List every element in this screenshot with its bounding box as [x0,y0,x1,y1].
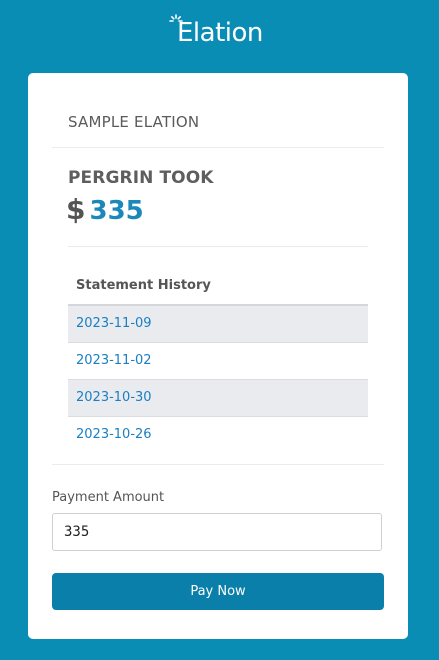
divider [68,246,368,247]
logo-text: Elation [177,18,263,48]
payment-amount-label: Payment Amount [52,490,165,505]
statement-row-link[interactable]: 2023-10-30 [68,380,368,417]
statement-history-header: Statement History [68,268,368,306]
balance-amount: $ 335 [66,193,144,226]
statement-row-link[interactable]: 2023-10-26 [68,417,368,453]
sunburst-icon [169,14,183,22]
pay-now-button[interactable]: Pay Now [52,573,384,610]
statement-card: SAMPLE ELATION PERGRIN TOOK $ 335 Statem… [28,73,408,639]
payment-amount-input[interactable] [52,513,382,551]
patient-name: PERGRIN TOOK [68,168,214,188]
statement-row-link[interactable]: 2023-11-09 [68,306,368,343]
balance-value: 335 [89,196,144,226]
currency-symbol: $ [66,193,86,226]
elation-logo: Elation [169,14,263,50]
divider [52,464,384,465]
divider [52,147,384,148]
practice-name: SAMPLE ELATION [68,113,200,131]
statement-row-link[interactable]: 2023-11-02 [68,343,368,380]
brand-header: Elation [0,0,439,72]
statement-history-table: Statement History 2023-11-09 2023-11-02 … [68,268,368,453]
